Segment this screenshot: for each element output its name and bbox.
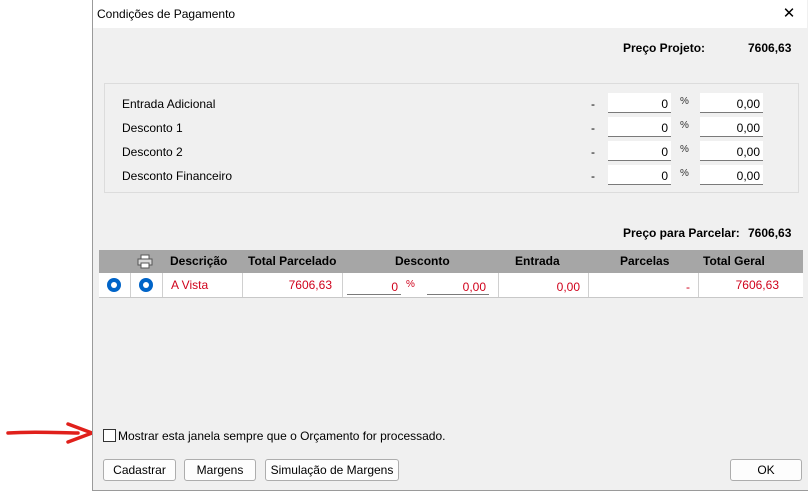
desconto-1-percent-input[interactable]: [608, 117, 671, 137]
close-icon[interactable]: ✕: [771, 0, 807, 28]
preco-parcelar-label: Preço para Parcelar:: [623, 226, 740, 240]
desconto-2-value-input[interactable]: [700, 141, 763, 161]
col-total-geral[interactable]: Total Geral: [703, 254, 765, 268]
percent-symbol: %: [680, 96, 689, 107]
row-descricao: A Vista: [163, 273, 243, 297]
percent-symbol: %: [680, 144, 689, 155]
adjustments-group: Entrada Adicional - % Desconto 1 - % Des…: [104, 83, 799, 193]
desconto-financeiro-value-input[interactable]: [700, 165, 763, 185]
desconto-financeiro-percent-input[interactable]: [608, 165, 671, 185]
dash: -: [591, 97, 595, 111]
preco-parcelar-value: 7606,63: [748, 226, 792, 240]
col-total-parcelado[interactable]: Total Parcelado: [248, 254, 336, 268]
preco-projeto-value: 7606,63: [748, 41, 792, 55]
payment-conditions-dialog: Condições de Pagamento ✕ Preço Projeto: …: [92, 0, 808, 491]
percent-symbol: %: [406, 279, 415, 290]
dash: -: [591, 121, 595, 135]
preco-projeto-label: Preço Projeto:: [623, 41, 706, 55]
entrada-adicional-percent-input[interactable]: [608, 93, 671, 113]
simulacao-margens-button[interactable]: Simulação de Margens: [265, 459, 399, 481]
dash: -: [591, 169, 595, 183]
percent-symbol: %: [680, 120, 689, 131]
title-bar: Condições de Pagamento ✕: [93, 0, 807, 28]
desconto-financeiro-label: Desconto Financeiro: [122, 169, 233, 183]
row-desconto-percent-input[interactable]: [347, 276, 401, 295]
entrada-adicional-label: Entrada Adicional: [122, 97, 216, 111]
desconto-1-value-input[interactable]: [700, 117, 763, 137]
show-window-checkbox-label[interactable]: Mostrar esta janela sempre que o Orçamen…: [118, 429, 446, 443]
radio-print-icon[interactable]: [139, 278, 153, 292]
col-descricao[interactable]: Descrição: [170, 254, 227, 268]
desconto-2-label: Desconto 2: [122, 145, 183, 159]
row-total-geral: 7606,63: [735, 278, 779, 292]
show-window-checkbox[interactable]: [103, 429, 116, 442]
desconto-2-percent-input[interactable]: [608, 141, 671, 161]
print-select-cell: [131, 273, 163, 297]
col-desconto[interactable]: Desconto: [395, 254, 450, 268]
desconto-1-label: Desconto 1: [122, 121, 183, 135]
dash: -: [591, 145, 595, 159]
cadastrar-button[interactable]: Cadastrar: [103, 459, 176, 481]
margens-button[interactable]: Margens: [184, 459, 256, 481]
row-total-parcelado: 7606,63: [243, 273, 343, 297]
col-entrada[interactable]: Entrada: [515, 254, 560, 268]
radio-select-icon[interactable]: [107, 278, 121, 292]
select-cell: [99, 273, 131, 297]
row-desconto-value-input[interactable]: [427, 276, 489, 295]
table-row[interactable]: A Vista 7606,63 % 0,00 - 7606,63: [99, 273, 803, 298]
payment-grid-header: Descrição Total Parcelado Desconto Entra…: [99, 250, 803, 273]
col-parcelas[interactable]: Parcelas: [620, 254, 669, 268]
printer-icon: [137, 254, 153, 269]
row-entrada: 0,00: [499, 273, 589, 297]
arrow-annotation-icon: [6, 422, 94, 444]
row-desconto-cell: %: [343, 273, 499, 297]
window-title: Condições de Pagamento: [97, 7, 236, 21]
ok-button[interactable]: OK: [730, 459, 802, 481]
row-parcelas: -: [589, 273, 699, 297]
entrada-adicional-value-input[interactable]: [700, 93, 763, 113]
percent-symbol: %: [680, 168, 689, 179]
